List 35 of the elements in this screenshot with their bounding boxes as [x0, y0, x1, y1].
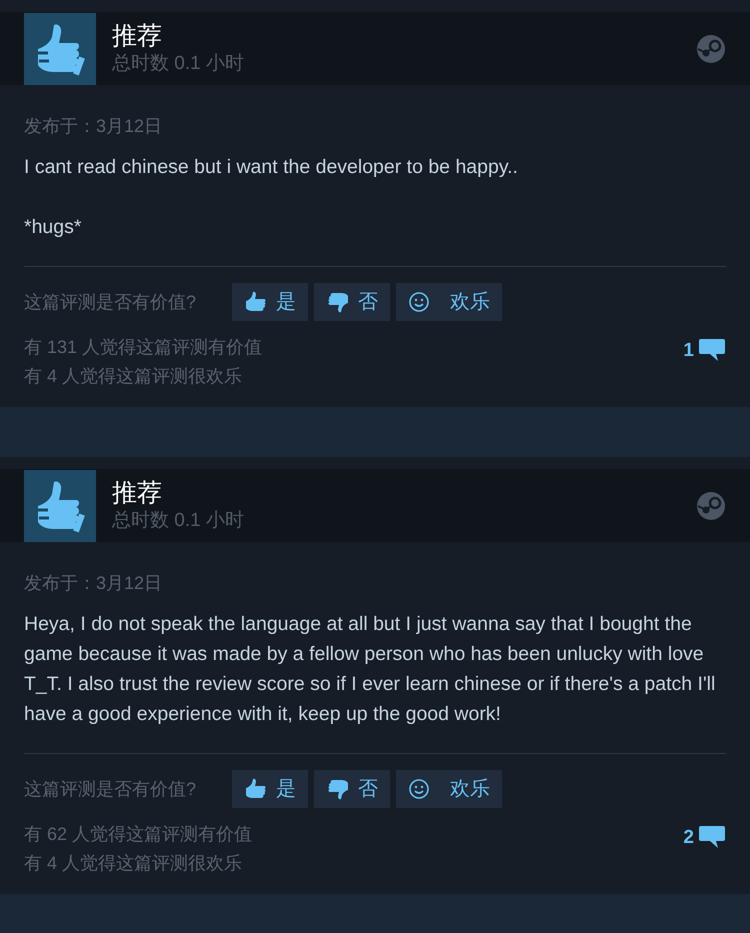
thumbs-up-icon: [24, 12, 96, 84]
funny-count: 有 4 人觉得这篇评测很欢乐: [24, 852, 244, 875]
vote-button[interactable]: 欢乐: [396, 283, 502, 321]
thumbs-up-icon: [244, 778, 268, 800]
helpful-count: 有 131 人觉得这篇评测有价值: [24, 336, 262, 359]
comments-link[interactable]: 1: [683, 333, 726, 391]
review-text: I cant read chinese but i want the developer to be happy..: [24, 155, 519, 180]
speech-bubble-icon: [698, 337, 726, 363]
vote-button[interactable]: 是: [232, 770, 308, 808]
hours-played: 总时数 0.1 小时: [112, 509, 244, 533]
helpful-count: 有 62 人觉得这篇评测有价值: [24, 823, 252, 846]
vote-button[interactable]: 否: [314, 770, 390, 808]
comments-link[interactable]: 2: [683, 820, 726, 878]
posted-date: 发布于：3月12日: [24, 572, 164, 595]
vote-button[interactable]: 是: [232, 283, 308, 321]
steam-logo-icon: [696, 34, 726, 64]
review-text: *hugs*: [24, 215, 82, 240]
thumbs-down-icon: [326, 778, 350, 800]
vote-button[interactable]: 欢乐: [396, 770, 502, 808]
hours-played: 总时数 0.1 小时: [112, 52, 244, 76]
verdict-label: 推荐: [112, 21, 163, 52]
thumbs-up-icon: [244, 291, 268, 313]
smiley-icon: [408, 778, 430, 800]
vote-button[interactable]: 否: [314, 283, 390, 321]
speech-bubble-icon: [698, 824, 726, 850]
posted-date: 发布于：3月12日: [24, 115, 164, 138]
verdict-label: 推荐: [112, 478, 163, 509]
funny-count: 有 4 人觉得这篇评测很欢乐: [24, 365, 244, 388]
review-text: Heya, I do not speak the language at all but I just wanna say that I bought the game because it was made by a fellow person who has been unlucky with love T_T. I also trust the review score so if I ever learn chinese or if there's a patch I'll have a good experience with it, keep up the good work!: [24, 612, 716, 727]
smiley-icon: [408, 291, 430, 313]
helpful-prompt: 这篇评测是否有价值?: [24, 778, 196, 800]
steam-logo-icon: [696, 490, 726, 520]
helpful-prompt: 这篇评测是否有价值?: [24, 290, 196, 314]
thumbs-down-icon: [326, 291, 350, 313]
thumbs-up-icon: [24, 470, 96, 542]
